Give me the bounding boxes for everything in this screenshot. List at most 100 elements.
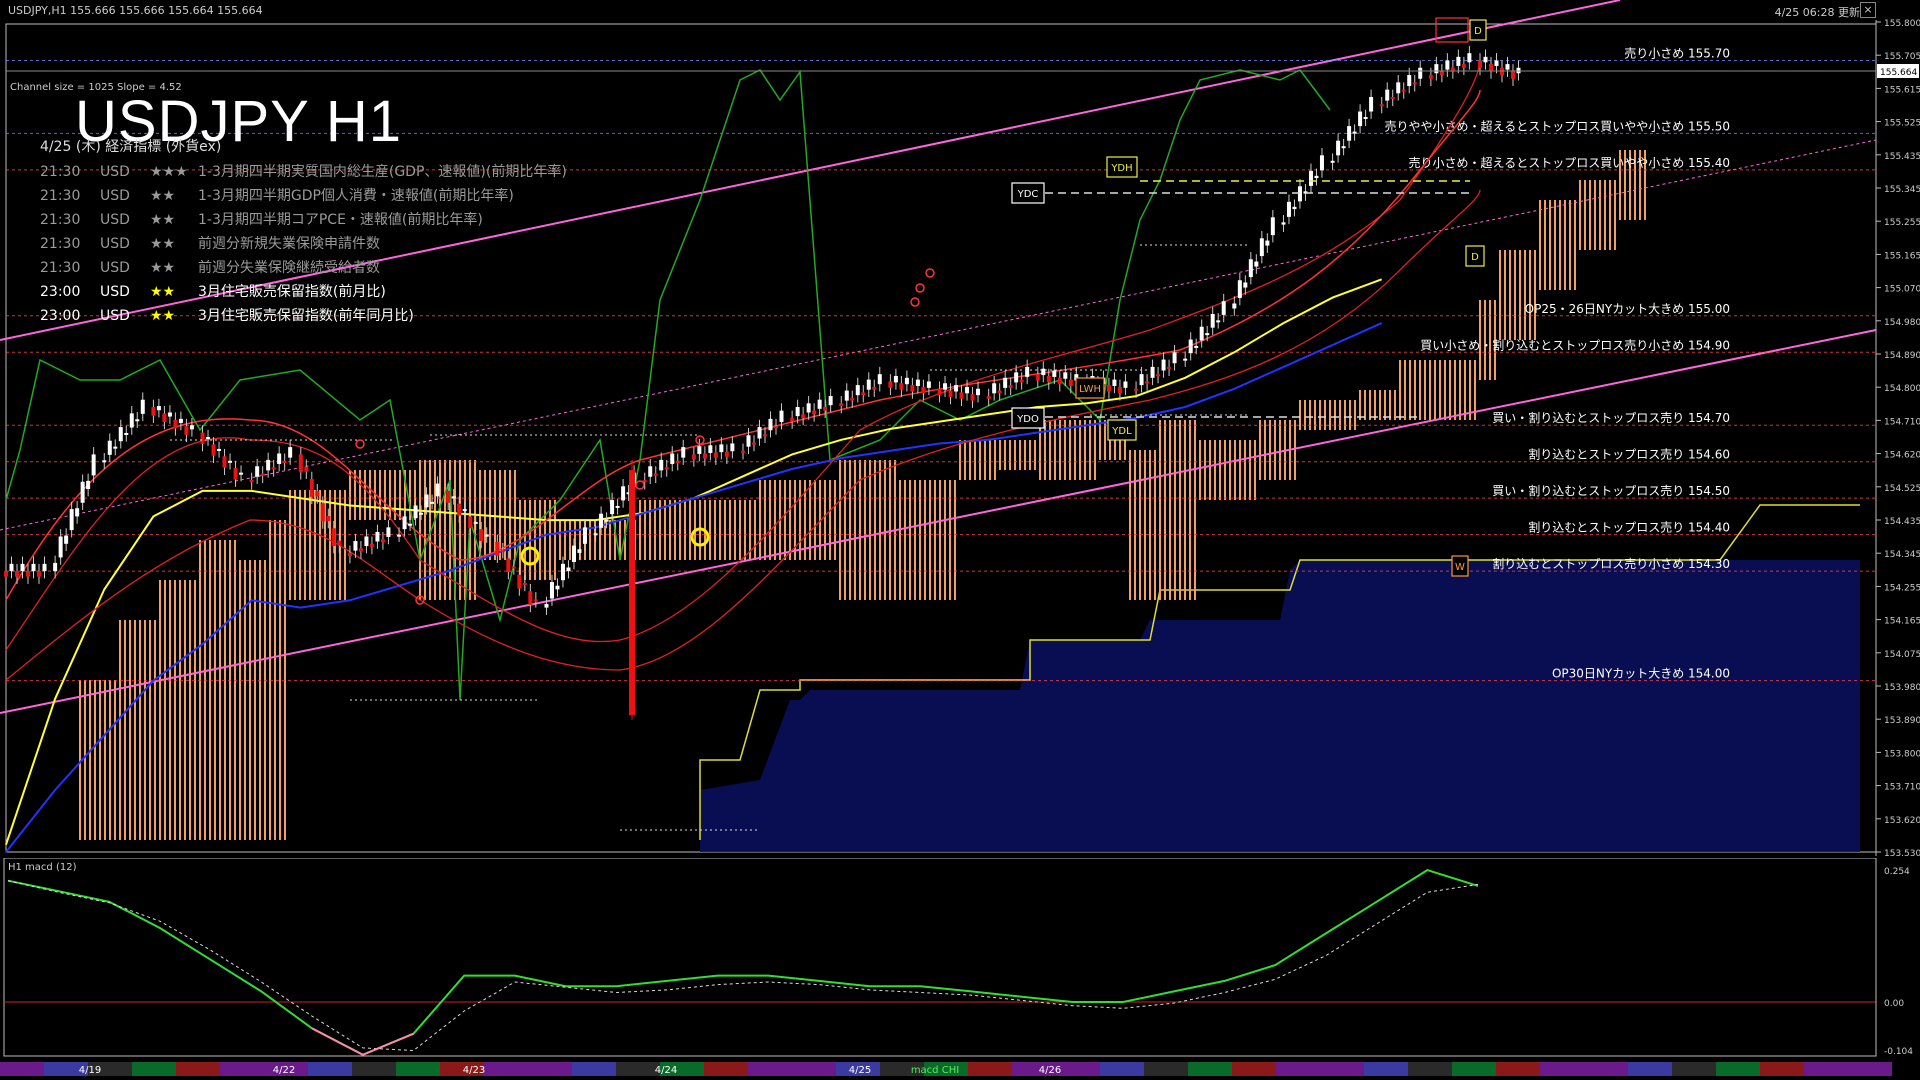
candle-body: [1183, 358, 1188, 361]
candle-body: [140, 399, 145, 414]
session-block: [1056, 1062, 1100, 1076]
candle-body: [893, 375, 898, 383]
price-tick-label: 153.530: [1884, 849, 1920, 856]
candle-body: [266, 459, 271, 471]
session-block: [1672, 1062, 1716, 1076]
candle-body: [763, 434, 767, 437]
parabolic-dot: [915, 283, 925, 293]
event-row: 21:30 USD ★★ 前週分失業保険継続受給者数: [40, 256, 567, 280]
candle-body: [1243, 282, 1248, 288]
candle-body: [124, 432, 129, 435]
date-label: 4/22: [273, 1065, 295, 1076]
candle-body: [1445, 60, 1450, 70]
order-level-label: 売りやや小さめ・超えるとストップロス買いやや小さめ 155.50: [1385, 118, 1730, 133]
candle-body: [517, 574, 522, 589]
candle-body: [473, 521, 478, 524]
candle-body: [1194, 345, 1199, 348]
candle-body: [233, 468, 238, 480]
candle-body: [255, 466, 260, 477]
candle-body: [249, 479, 254, 483]
candle-body: [1401, 89, 1406, 92]
candle-body: [1292, 206, 1297, 210]
candle-body: [1319, 155, 1324, 171]
event-text: 1-3月期四半期コアPCE・速報値(前期比年率): [198, 212, 483, 228]
candle-body: [648, 466, 653, 477]
candle-body: [719, 444, 724, 453]
candle-body: [839, 403, 844, 407]
candle-body: [1456, 56, 1461, 66]
lwh-marker-label: LWH: [1079, 384, 1101, 395]
candle-body: [26, 571, 30, 577]
candle-body: [560, 563, 565, 581]
candle-body: [621, 486, 626, 501]
candle-body: [910, 385, 915, 392]
candle-body: [1369, 96, 1374, 112]
candle-body: [239, 472, 244, 475]
date-label: 4/23: [463, 1065, 485, 1076]
candle-body: [708, 445, 713, 454]
candle-body: [1063, 372, 1068, 379]
candle-body: [1123, 381, 1128, 388]
candle-body: [790, 417, 795, 422]
candle-body: [1390, 96, 1395, 99]
candle-body: [380, 539, 385, 543]
candle-body: [315, 491, 320, 497]
ydl-marker-label: YDL: [1111, 426, 1132, 437]
event-currency: USD: [100, 236, 130, 252]
candle-body: [189, 425, 194, 430]
candle-body: [53, 562, 58, 572]
session-block: [1804, 1062, 1848, 1076]
session-block: [1320, 1062, 1364, 1076]
candle-body: [364, 536, 369, 547]
candle-body: [211, 444, 216, 456]
parabolic-dot: [355, 439, 365, 449]
event-text: 1-3月期四半期GDP個人消費・速報値(前期比年率): [198, 188, 514, 204]
macd-panel[interactable]: H1 macd (12) 0.254 0.00 -0.104: [0, 858, 1920, 1058]
candle-body: [1150, 366, 1155, 378]
candle-body: [511, 566, 516, 569]
events-list: 21:30 USD ★★★ 1-3月期四半期実質国内総生産(GDP、速報値)(前期比年…: [40, 160, 567, 328]
candle-body: [1418, 67, 1423, 79]
candle-body: [206, 437, 211, 440]
order-level-label: 買い・割り込むとストップロス売り 154.70: [1492, 410, 1730, 425]
candle-body: [15, 571, 19, 577]
candle-body: [1254, 261, 1259, 267]
candle-body: [1505, 64, 1510, 70]
candle-body: [1139, 374, 1144, 386]
candle-body: [795, 406, 800, 417]
candle-body: [495, 541, 500, 556]
event-time: 21:30: [40, 260, 81, 276]
order-level-label: 買い小さめ・割り込むとストップロス売り小さめ 154.90: [1420, 337, 1730, 352]
candle-body: [80, 481, 85, 503]
candle-body: [402, 516, 407, 530]
price-tick-label: 154.890: [1884, 351, 1920, 361]
candle-body: [353, 541, 358, 551]
candle-body: [855, 385, 860, 396]
candle-body: [162, 413, 167, 423]
price-tick-label: 154.800: [1884, 384, 1920, 394]
candle-body: [1025, 366, 1030, 377]
date-label: 4/26: [1039, 1065, 1061, 1076]
price-tick-label: 155.800: [1884, 19, 1920, 29]
candle-body: [58, 536, 63, 558]
session-block: [1144, 1062, 1188, 1076]
candle-body: [331, 528, 336, 547]
session-block: [1452, 1062, 1496, 1076]
price-tick-label: 155.705: [1884, 52, 1920, 62]
candle-body: [702, 453, 707, 459]
candle-body: [217, 448, 222, 451]
session-block: [1584, 1062, 1628, 1076]
candle-body: [69, 509, 74, 531]
candle-body: [533, 599, 538, 602]
price-tick-label: 155.165: [1884, 251, 1920, 261]
candle-body: [369, 543, 374, 547]
candle-body: [1347, 126, 1352, 141]
price-tick-label: 154.435: [1884, 517, 1920, 527]
candle-body: [593, 533, 598, 536]
event-text: 1-3月期四半期実質国内総生産(GDP、速報値)(前期比年率): [198, 164, 567, 180]
events-header: 4/25 (木) 経済指標 (外貨ex): [40, 139, 222, 155]
candle-body: [446, 490, 451, 503]
candle-body: [768, 418, 773, 431]
session-block: [616, 1062, 660, 1076]
spike-candle: [629, 470, 635, 715]
